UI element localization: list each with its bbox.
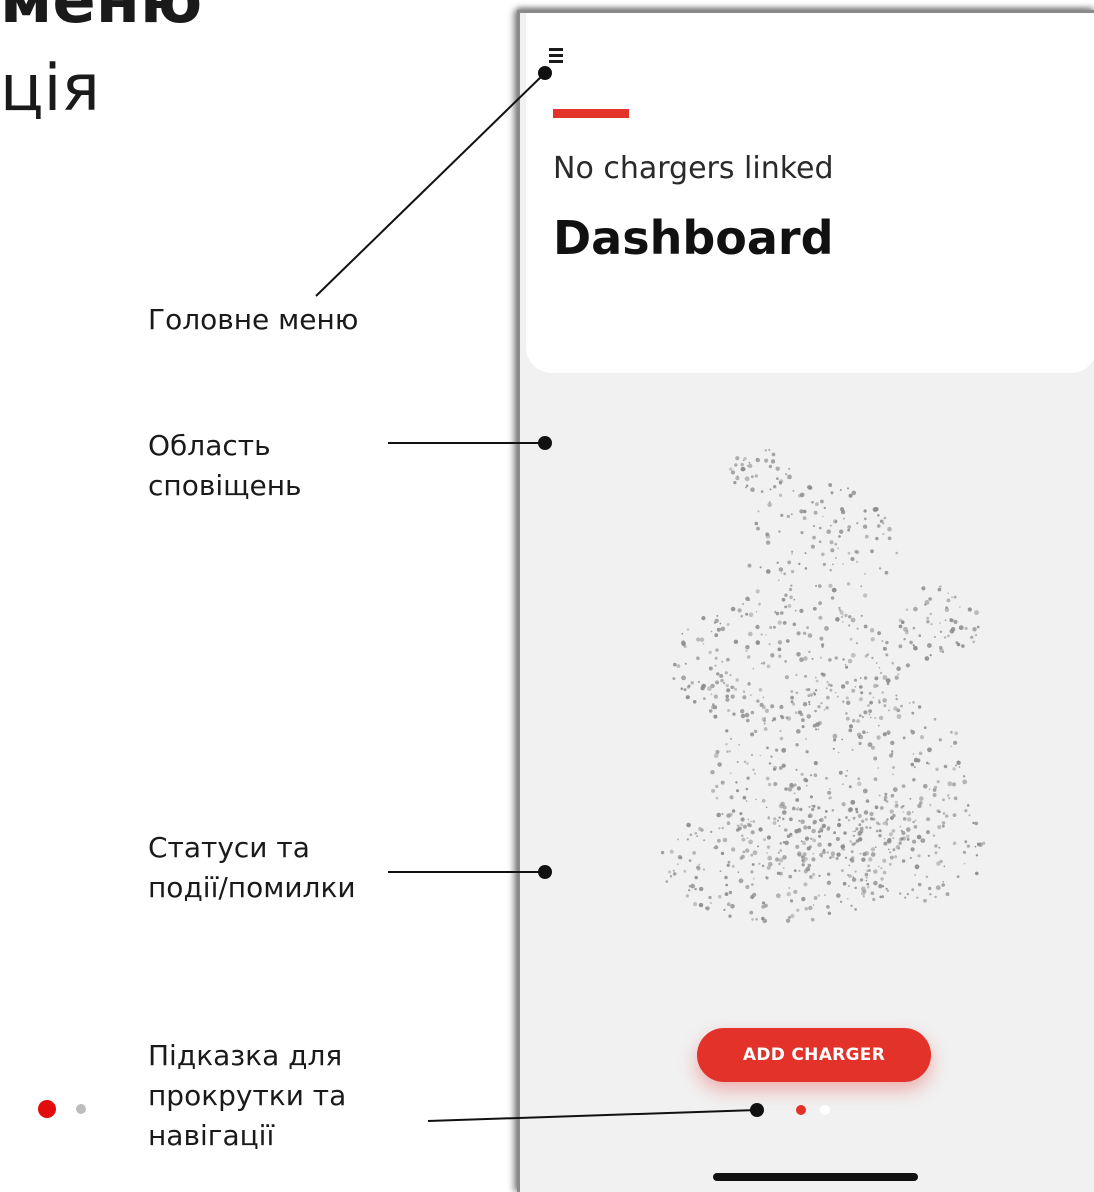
charger-status-text: No chargers linked (553, 151, 834, 186)
legend-inactive-dot (76, 1104, 86, 1114)
red-accent-bar (553, 109, 629, 118)
legend-active-dot (38, 1100, 56, 1118)
home-indicator (713, 1173, 918, 1181)
callout-scroll-line3: навігації (148, 1119, 275, 1152)
slide-title-line2: ція (0, 52, 100, 126)
slide-title: меню (0, 0, 203, 38)
callout-scroll-line2: прокрутки та (148, 1079, 347, 1112)
page-title: Dashboard (553, 211, 834, 265)
header-card: No chargers linked Dashboard (526, 13, 1094, 373)
phone-screen: No chargers linked Dashboard ADD CHARGER (517, 10, 1094, 1192)
callout-scroll-line1: Підказка для (148, 1039, 343, 1072)
callout-notifications-line2: сповіщень (148, 469, 302, 502)
callout-notifications-line1: Область (148, 429, 271, 462)
legend-page-dots (38, 1100, 86, 1118)
callout-notifications: Область сповіщень (148, 426, 302, 506)
callout-status: Статуси та події/помилки (148, 828, 356, 908)
add-charger-button[interactable]: ADD CHARGER (697, 1028, 931, 1082)
page-dot-active[interactable] (796, 1105, 806, 1115)
callout-main-menu: Головне меню (148, 303, 359, 336)
hamburger-menu-icon[interactable] (549, 48, 571, 66)
callout-status-line2: події/помилки (148, 871, 356, 904)
page-dot-inactive[interactable] (820, 1105, 830, 1115)
callout-scroll: Підказка для прокрутки та навігації (148, 1036, 346, 1156)
page-indicator[interactable] (796, 1105, 830, 1117)
callout-status-line1: Статуси та (148, 831, 310, 864)
particle-illustration (660, 448, 986, 924)
